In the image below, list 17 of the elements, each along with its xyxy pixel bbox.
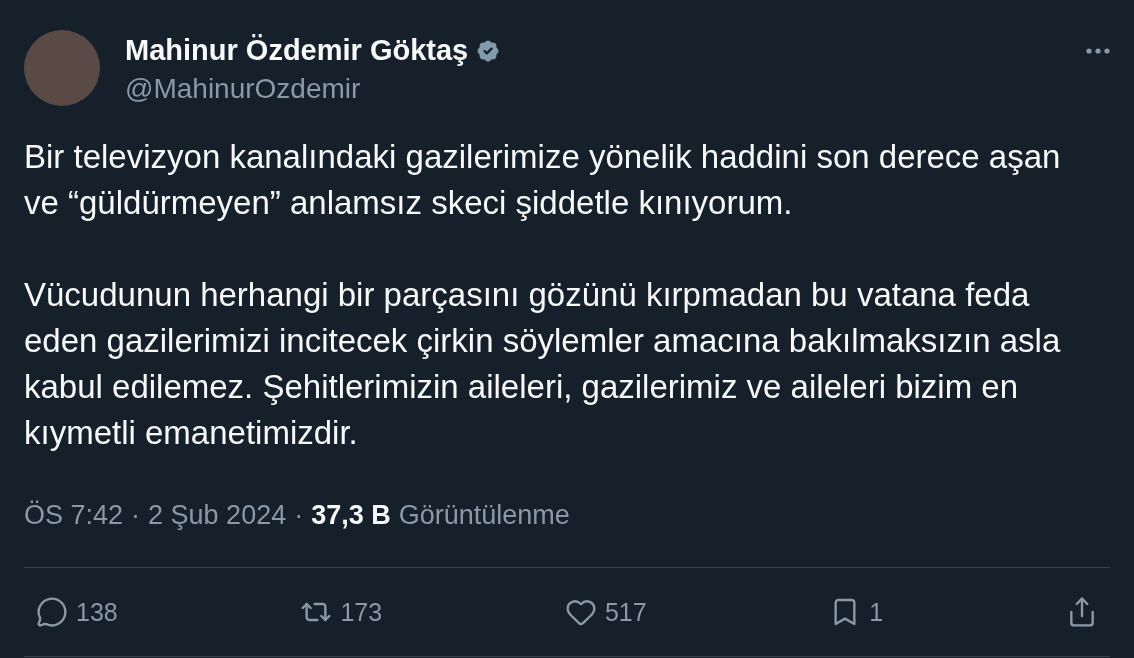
view-count: 37,3 B — [311, 500, 391, 531]
more-options-button[interactable] — [1086, 48, 1110, 54]
like-button[interactable]: 517 — [564, 596, 647, 628]
post-paragraph: Bir televizyon kanalındaki gazilerimize yönelik haddini son derece aşan ve “güldürmeyen” anlamsız skeci şiddetle kınıyorum. — [24, 137, 1062, 223]
more-icon — [1086, 48, 1110, 54]
separator-dot: · — [131, 500, 141, 531]
post-date[interactable]: 2 Şub 2024 — [148, 500, 287, 531]
bookmark-button[interactable]: 1 — [829, 596, 884, 628]
repost-button[interactable]: 173 — [300, 596, 383, 628]
reply-button[interactable]: 138 — [36, 596, 118, 628]
reply-icon — [36, 596, 68, 628]
views-label: Görüntülenme — [398, 500, 570, 531]
post-paragraph: Vücudunun herhangi bir parçasını gözünü kırpmadan bu vatana feda eden gazilerimizi incitecek çirkin söylemler amacına bakılmaksızın asla kabul edilemez. Şehitlerimizin aileleri, gazilerimiz ve aileleri bizim en kıymetli emanetimizdir. — [24, 275, 1062, 453]
author-handle[interactable]: @MahinurOzdemir — [125, 73, 1061, 105]
post-time[interactable]: ÖS 7:42 — [24, 500, 124, 531]
author-name[interactable]: Mahinur Özdemir Göktaş — [125, 34, 469, 67]
separator-dot: · — [294, 500, 304, 531]
